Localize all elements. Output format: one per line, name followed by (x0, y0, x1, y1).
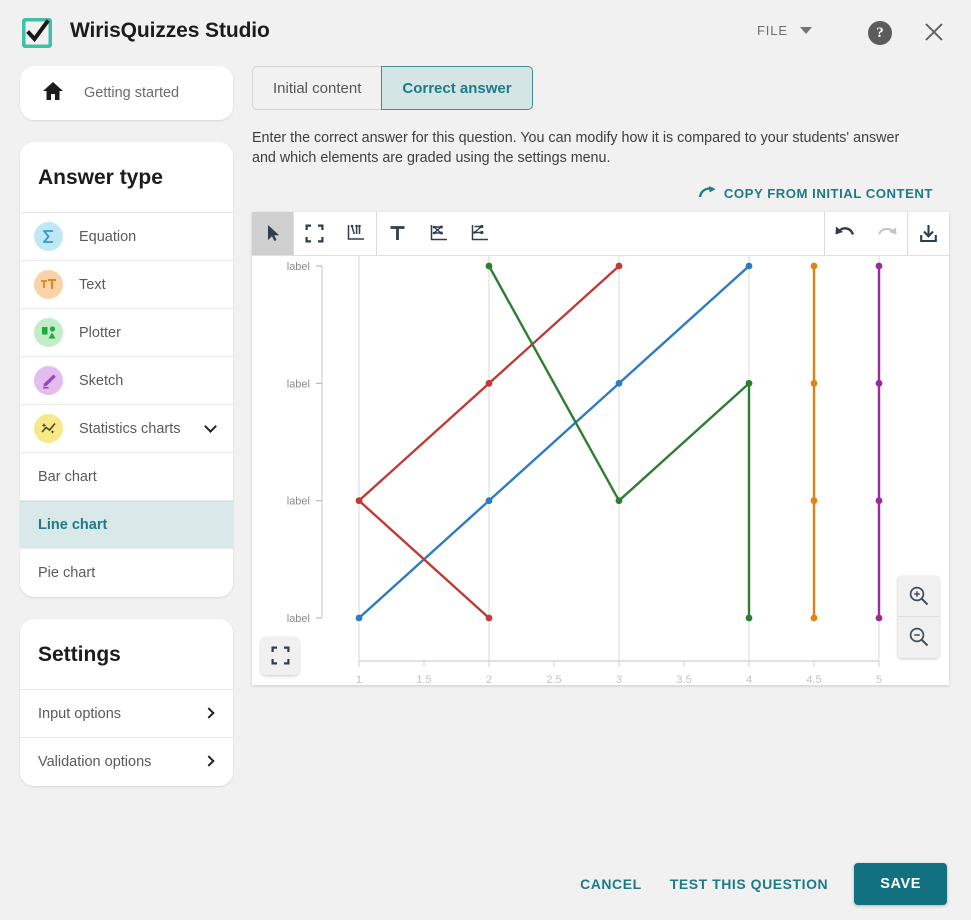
answer-type-card: Answer type Equation Text Plotter Sketch… (20, 142, 233, 597)
test-this-question-button[interactable]: TEST THIS QUESTION (656, 866, 842, 902)
sidebar-item-label: Equation (79, 228, 137, 245)
select-tool[interactable] (252, 211, 293, 255)
svg-text:4: 4 (746, 674, 752, 684)
sidebar-item-statistics-charts[interactable]: Statistics charts (20, 405, 233, 453)
sidebar-item-input-options[interactable]: Input options (20, 690, 233, 738)
sidebar-item-bar-chart[interactable]: Bar chart (20, 453, 233, 501)
sidebar-item-getting-started[interactable]: Getting started (20, 66, 233, 120)
settings-title: Settings (20, 619, 233, 690)
magnifier-plus-icon[interactable] (898, 576, 939, 617)
svg-text:4.5: 4.5 (806, 674, 821, 684)
wirisquizzes-logo-icon (21, 17, 53, 49)
sidebar-item-label: Getting started (84, 85, 180, 101)
svg-text:3: 3 (616, 674, 622, 684)
sidebar-item-label: Input options (38, 705, 122, 722)
svg-text:5: 5 (876, 674, 882, 684)
svg-text:1: 1 (356, 674, 362, 684)
chevron-down-icon[interactable] (204, 419, 217, 433)
chart-canvas[interactable]: label label label label 1 1.5 2 2.5 3 3.5 4 4.5 5 (252, 255, 949, 684)
zoom-controls (898, 575, 939, 658)
sigma-icon (34, 222, 63, 251)
save-button[interactable]: SAVE (854, 863, 947, 905)
svg-text:1.5: 1.5 (416, 674, 431, 684)
app-header: WirisQuizzes Studio FILE ? (0, 0, 971, 66)
sidebar-item-label: Plotter (79, 324, 121, 341)
sparkle-chart-icon (34, 414, 63, 443)
svg-text:2.5: 2.5 (546, 674, 561, 684)
close-icon[interactable] (921, 19, 947, 45)
tab-initial-content[interactable]: Initial content (252, 66, 382, 110)
text-tool[interactable] (377, 212, 418, 255)
svg-text:label: label (287, 261, 310, 273)
tab-label: Correct answer (402, 79, 512, 97)
file-menu-button[interactable]: FILE (757, 23, 812, 38)
copy-link-label: COPY FROM INITIAL CONTENT (723, 186, 933, 202)
chevron-right-icon (203, 755, 215, 767)
sidebar-item-line-chart[interactable]: Line chart (20, 501, 233, 549)
content-tabs: Initial content Correct answer (252, 66, 952, 110)
redo-tool[interactable] (866, 212, 907, 255)
help-circle-icon[interactable]: ? (868, 21, 892, 45)
chevron-right-icon (203, 706, 215, 719)
magnifier-minus-icon[interactable] (898, 617, 939, 658)
getting-started-card: Getting started (20, 66, 233, 120)
sidebar-item-text[interactable]: Text (20, 261, 233, 309)
settings-card: Settings Input options Validation option… (20, 619, 233, 786)
help-glyph: ? (876, 24, 884, 41)
sidebar-item-validation-options[interactable]: Validation options (20, 738, 233, 786)
sidebar-item-equation[interactable]: Equation (20, 213, 233, 261)
text-format-icon (34, 270, 63, 299)
home-icon (42, 80, 64, 107)
sidebar-item-label: Text (79, 276, 106, 293)
tab-correct-answer[interactable]: Correct answer (381, 66, 533, 110)
svg-text:2: 2 (486, 674, 492, 684)
copy-from-initial-content-button[interactable]: COPY FROM INITIAL CONTENT (252, 185, 933, 203)
sidebar-item-pie-chart[interactable]: Pie chart (20, 549, 233, 597)
chart-editor: label label label label 1 1.5 2 2.5 3 3.5 4 4.5 5 (252, 211, 949, 685)
file-menu-label: FILE (756, 23, 788, 38)
main-content: Initial content Correct answer Enter the… (252, 66, 952, 685)
page-title: WirisQuizzes Studio (70, 19, 270, 42)
fit-screen-tool[interactable] (294, 212, 335, 255)
sidebar-item-label: Validation options (38, 754, 152, 770)
sidebar-item-label: Pie chart (38, 565, 96, 581)
sidebar-item-label: Bar chart (38, 468, 97, 485)
chart-fullscreen-button[interactable] (261, 636, 299, 675)
svg-text:label: label (287, 378, 310, 390)
line-series-alt-tool[interactable] (459, 212, 500, 255)
undo-tool[interactable] (825, 212, 866, 255)
footer-actions: CANCEL TEST THIS QUESTION SAVE (0, 848, 971, 920)
plotter-shapes-icon (34, 318, 63, 347)
sidebar-item-plotter[interactable]: Plotter (20, 309, 233, 357)
pencil-icon (34, 366, 63, 395)
svg-text:label: label (287, 613, 310, 625)
answer-type-title: Answer type (20, 142, 233, 213)
cancel-button[interactable]: CANCEL (566, 866, 656, 902)
caret-down-icon (800, 27, 812, 34)
svg-text:3.5: 3.5 (676, 674, 691, 684)
sidebar-item-label: Line chart (38, 517, 108, 533)
redo-arrow-icon (698, 185, 717, 203)
sidebar: Getting started Answer type Equation Tex… (20, 66, 233, 808)
instruction-text: Enter the correct answer for this questi… (252, 130, 900, 167)
tab-label: Initial content (273, 79, 362, 97)
chart-toolbar (252, 211, 949, 256)
line-chart-plot: label label label label 1 1.5 2 2.5 3 3.5 4 4.5 5 (287, 255, 883, 684)
sidebar-item-label: Statistics charts (79, 420, 181, 437)
download-tool[interactable] (908, 212, 949, 255)
sidebar-item-label: Sketch (79, 372, 124, 389)
line-series-tool[interactable] (418, 212, 459, 255)
axis-labels-tool[interactable] (335, 212, 376, 255)
sidebar-item-sketch[interactable]: Sketch (20, 357, 233, 405)
svg-text:label: label (287, 495, 310, 507)
